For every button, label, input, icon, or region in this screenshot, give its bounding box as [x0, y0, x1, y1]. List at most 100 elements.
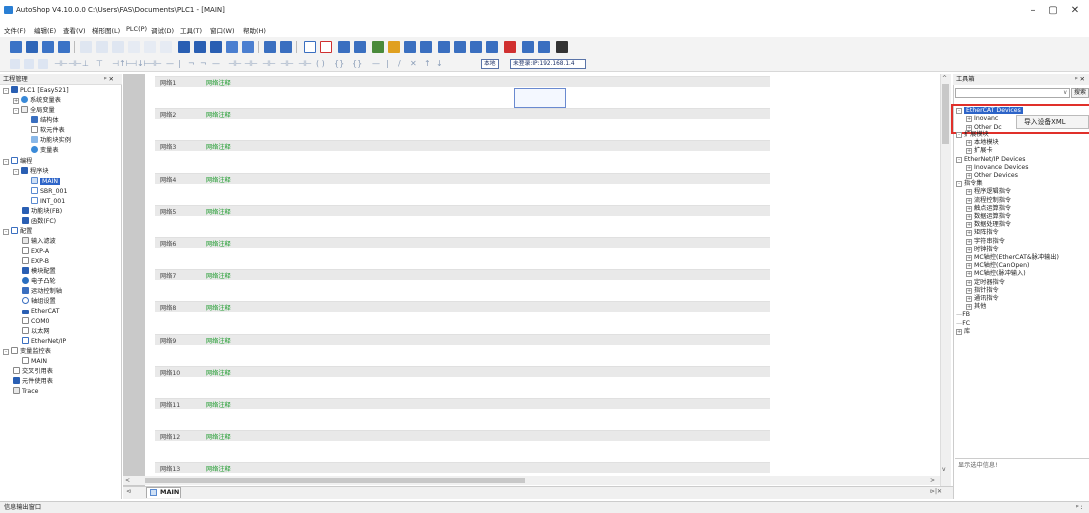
tree-ethercat[interactable]: EtherCAT	[22, 307, 59, 316]
rung-comment[interactable]: 网络注释	[206, 239, 231, 248]
rung-comment[interactable]: 网络注释	[206, 303, 231, 312]
element-icon[interactable]	[404, 41, 416, 53]
rung-bar[interactable]	[155, 140, 770, 151]
tree-fb[interactable]: 功能块(FB)	[22, 207, 62, 216]
parallel-a-icon[interactable]: ⊣⊢	[262, 59, 276, 69]
menu-ladder[interactable]: 梯形图(L)	[92, 25, 120, 35]
toolbox-tree-item[interactable]: + 程序逻辑指令	[966, 188, 1011, 196]
ladder-editor[interactable]	[145, 74, 940, 486]
expand-icon[interactable]: +	[966, 148, 972, 155]
undo-icon[interactable]	[128, 41, 140, 53]
expand-icon[interactable]: +	[966, 238, 972, 245]
rung-comment[interactable]: 网络注释	[206, 207, 231, 216]
comment-icon[interactable]	[438, 41, 450, 53]
tree-exp-b[interactable]: EXP-B	[22, 257, 49, 266]
tree-sbr001[interactable]: SBR_001	[31, 187, 67, 196]
toolbox-tree-item[interactable]: —FB	[956, 311, 970, 319]
toolbox-tree-item[interactable]: —FC	[956, 320, 970, 328]
output-pin-icon[interactable]: ᵖ :	[1076, 503, 1083, 512]
parallel-b-icon[interactable]: ⊣⊢	[280, 59, 294, 69]
coil-end-icon[interactable]: ¬	[200, 59, 207, 69]
contact-b-icon[interactable]: ⊣⊢	[244, 59, 258, 69]
settings-icon[interactable]	[388, 41, 400, 53]
hline-icon[interactable]: —	[372, 59, 380, 69]
redo-icon[interactable]	[144, 41, 156, 53]
menu-file[interactable]: 文件(F)	[4, 25, 26, 35]
tree-usage-table[interactable]: 元件使用表	[13, 377, 53, 386]
toolbox-search-input[interactable]	[955, 88, 1070, 98]
tree-struct[interactable]: 结构体	[31, 116, 59, 125]
rung-comment[interactable]: 网络注释	[206, 78, 231, 87]
tree-program-blocks[interactable]: - 程序块	[13, 167, 49, 176]
rung-bar[interactable]	[155, 366, 770, 377]
toolbox-tree-item[interactable]: + MC轴控(脉冲输入)	[966, 270, 1026, 278]
rung-bar[interactable]	[155, 269, 770, 280]
expand-icon[interactable]: +	[966, 189, 972, 196]
ladder-hscroll-thumb[interactable]	[145, 478, 525, 483]
tree-ethernet-ip[interactable]: EtherNet/IP	[22, 337, 66, 346]
branch-icon[interactable]: ⊥	[82, 59, 89, 69]
tree-global-vars[interactable]: - 全局变量	[13, 106, 55, 115]
menu-plc[interactable]: PLC(P)	[126, 25, 147, 33]
coil-icon[interactable]: ¬	[188, 59, 195, 69]
rung-bar[interactable]	[155, 173, 770, 184]
copy-icon[interactable]	[96, 41, 108, 53]
expand-icon[interactable]: +	[966, 304, 972, 311]
expand-icon[interactable]: +	[966, 230, 972, 237]
login-status[interactable]: 未登录:IP:192.168.1.4	[510, 59, 586, 69]
toolbox-search-button[interactable]: 搜索	[1071, 88, 1089, 98]
toolbox-tree-item[interactable]: + MC轴控(CanOpen)	[966, 262, 1029, 270]
expand-icon[interactable]: +	[966, 271, 972, 278]
context-menu-import-xml[interactable]: 导入设备XML	[1016, 115, 1089, 129]
toolbox-tree-item[interactable]: + MC轴控(EtherCAT&脉冲输出)	[966, 254, 1059, 262]
toolbox-tree-item[interactable]: + Inovance Devices	[966, 164, 1028, 172]
toolbox-tree-item[interactable]: + 流程控制指令	[966, 197, 1011, 205]
toolbox-tree-item[interactable]: + 通讯指令	[966, 295, 999, 303]
menu-tools[interactable]: 工具(T)	[180, 25, 202, 35]
rung-comment[interactable]: 网络注释	[206, 400, 231, 409]
expand-icon[interactable]: +	[966, 222, 972, 229]
run-icon[interactable]	[304, 41, 316, 53]
comm-icon[interactable]	[210, 41, 222, 53]
invert-icon[interactable]: /	[398, 59, 401, 69]
expand-icon[interactable]: +	[13, 98, 19, 104]
tree-plc1[interactable]: - PLC1 [Easy521]	[3, 86, 69, 95]
stop-icon[interactable]	[320, 41, 332, 53]
collapse-icon[interactable]: -	[3, 159, 9, 165]
toolbox-tree-item[interactable]: + 字符串指令	[966, 238, 1005, 246]
tree-monitor-main[interactable]: MAIN	[22, 357, 47, 366]
rung-bar[interactable]	[155, 108, 770, 119]
tree-com0[interactable]: COM0	[22, 317, 49, 326]
toolbox-tree-item[interactable]: + 指针指令	[966, 287, 999, 295]
cut-icon[interactable]	[80, 41, 92, 53]
toolbox-tree-item[interactable]: - EtherNet/IP Devices	[956, 156, 1025, 164]
coil-out-icon[interactable]: ( )	[316, 59, 325, 69]
tree-cam[interactable]: 电子凸轮	[22, 277, 56, 286]
rung-comment[interactable]: 网络注释	[206, 142, 231, 151]
toolbox-pin[interactable]: ᵖ ✕	[1075, 75, 1085, 84]
tree-module-config[interactable]: 模块配置	[22, 267, 56, 276]
ladder-vscroll-thumb[interactable]	[942, 84, 949, 144]
toolbox-tree-item[interactable]: - 扩展模块	[956, 131, 989, 139]
open-folder-icon[interactable]	[26, 41, 38, 53]
scroll-left-icon[interactable]: <	[125, 477, 130, 484]
expand-icon[interactable]: +	[966, 205, 972, 212]
tree-var-table[interactable]: 变量表	[31, 146, 59, 155]
expand-icon[interactable]: +	[966, 164, 972, 171]
rung-bar[interactable]	[155, 462, 770, 473]
close-button[interactable]: ✕	[1066, 4, 1084, 18]
upload-icon[interactable]	[280, 41, 292, 53]
search-dropdown-icon[interactable]: ∨	[1063, 89, 1067, 96]
contact-a-icon[interactable]: ⊣⊢	[228, 59, 242, 69]
collapse-icon[interactable]: -	[13, 169, 19, 175]
tree-fb-instance[interactable]: 功能块实例	[31, 136, 71, 145]
rung-comment[interactable]: 网络注释	[206, 464, 231, 473]
expand-icon[interactable]: +	[966, 296, 972, 302]
expand-icon[interactable]: +	[966, 140, 972, 147]
edit-icon[interactable]	[420, 41, 432, 53]
expand-icon[interactable]: +	[966, 263, 972, 270]
tree-fc[interactable]: 函数(FC)	[22, 217, 56, 226]
rung-bar[interactable]	[155, 430, 770, 441]
rung-comment[interactable]: 网络注释	[206, 432, 231, 441]
monitor-stop-icon[interactable]	[354, 41, 366, 53]
